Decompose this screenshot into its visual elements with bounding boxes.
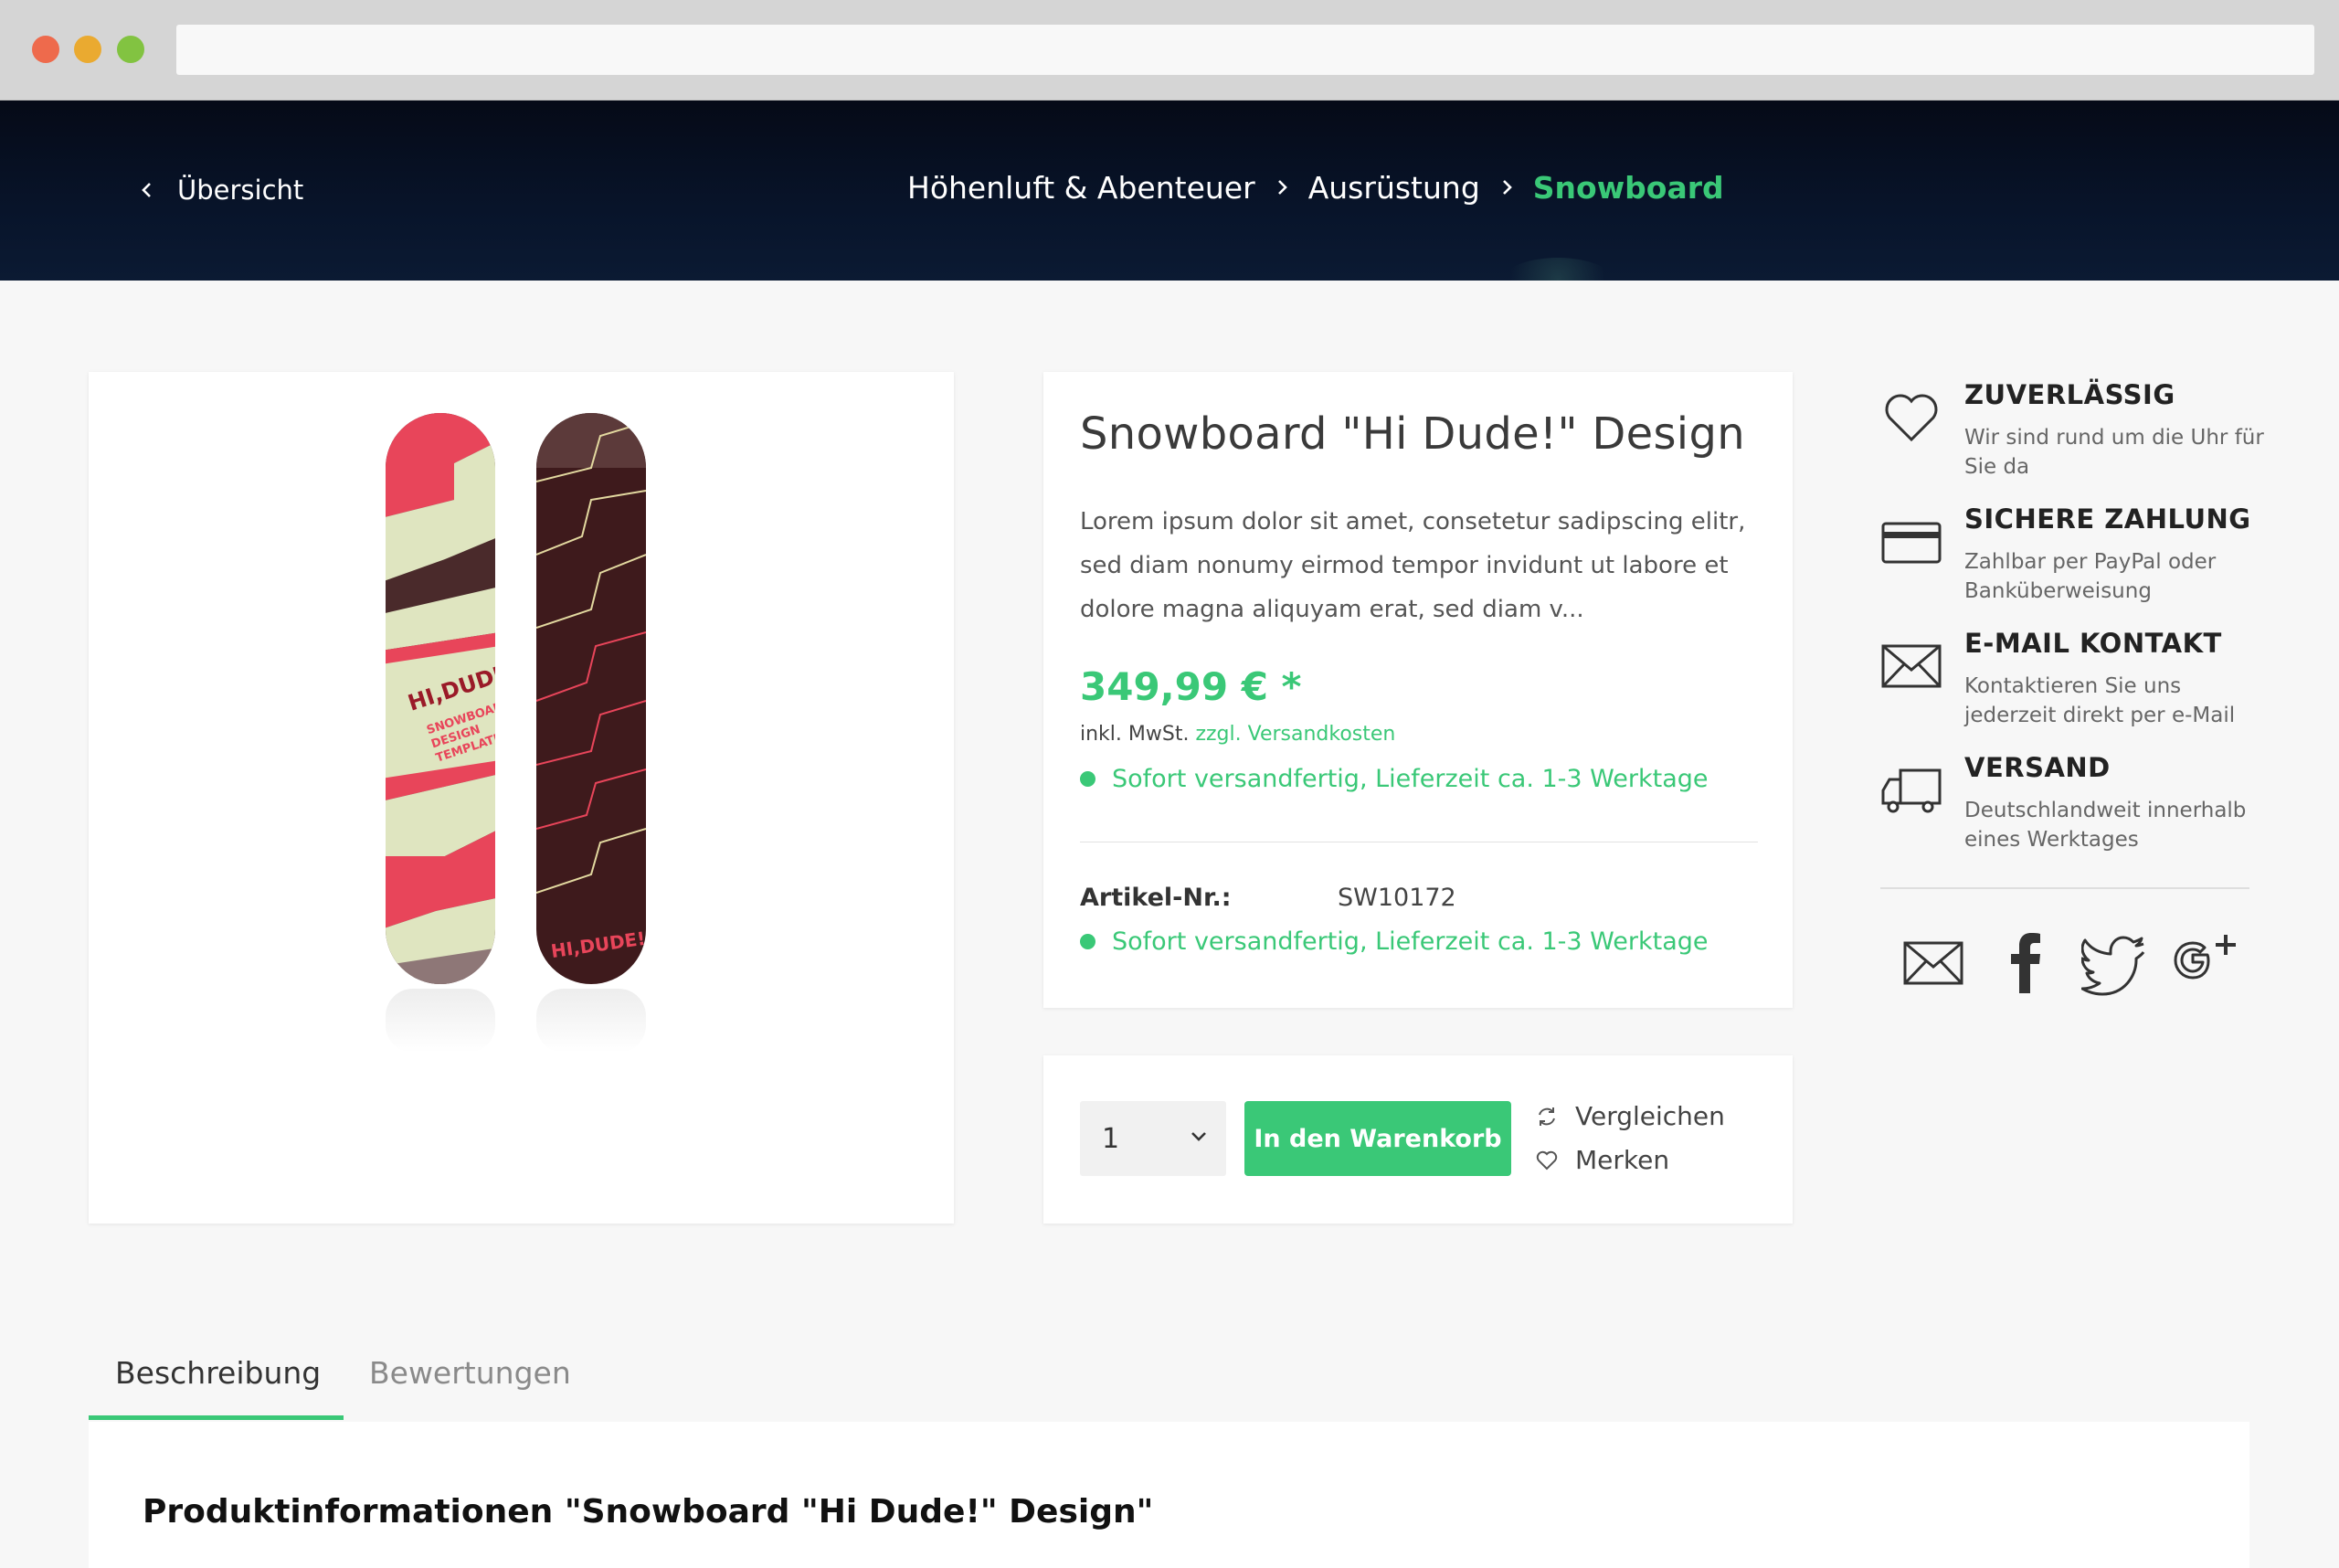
product-image[interactable]: HI,DUDE! SNOWBOARD DESIGN TEMPLATE HI,DU… bbox=[381, 399, 673, 1057]
quantity-select[interactable]: 1 bbox=[1080, 1101, 1226, 1176]
remember-label: Merken bbox=[1575, 1145, 1670, 1175]
delivery-status-text: Sofort versandfertig, Lieferzeit ca. 1-3… bbox=[1112, 765, 1709, 793]
back-to-overview-link[interactable]: Übersicht bbox=[137, 172, 303, 208]
product-info-heading: Produktinformationen "Snowboard "Hi Dude… bbox=[143, 1493, 1154, 1531]
active-tab-indicator bbox=[89, 1415, 344, 1420]
product-short-description: Lorem ipsum dolor sit amet, consetetur s… bbox=[1080, 508, 1746, 623]
chevron-down-icon bbox=[1191, 1132, 1206, 1141]
tab-description[interactable]: Beschreibung bbox=[115, 1355, 321, 1391]
divider bbox=[1880, 887, 2249, 889]
usp-text: Wir sind rund um die Uhr für Sie da bbox=[1964, 426, 2264, 479]
browser-window-chrome bbox=[0, 0, 2339, 101]
category-header: Übersicht Höhenluft & Abenteuer Ausrüstu… bbox=[0, 101, 2339, 281]
product-title: Snowboard "Hi Dude!" Design bbox=[1080, 408, 1745, 460]
usp-title: SICHERE ZAHLUNG bbox=[1964, 503, 2251, 535]
chevron-right-icon bbox=[1277, 180, 1287, 195]
tax-label: inkl. MwSt. bbox=[1080, 723, 1190, 746]
compare-label: Vergleichen bbox=[1575, 1101, 1725, 1131]
breadcrumb-current[interactable]: Snowboard bbox=[1533, 170, 1724, 206]
status-dot-icon bbox=[1080, 771, 1095, 787]
quantity-value: 1 bbox=[1102, 1122, 1120, 1155]
twitter-icon[interactable] bbox=[2081, 927, 2150, 996]
delivery-status: Sofort versandfertig, Lieferzeit ca. 1-3… bbox=[1080, 765, 1709, 793]
remember-link[interactable]: Merken bbox=[1535, 1145, 1669, 1175]
google-plus-icon[interactable] bbox=[2173, 927, 2241, 996]
mail-share-icon[interactable] bbox=[1900, 927, 1969, 996]
buy-box: 1 In den Warenkorb Vergleichen Merken bbox=[1043, 1055, 1793, 1224]
usp-title: ZUVERLÄSSIG bbox=[1964, 379, 2175, 410]
product-info-card: Snowboard "Hi Dude!" Design Lorem ipsum … bbox=[1043, 372, 1793, 1008]
tax-info: inkl. MwSt. zzgl. Versandkosten bbox=[1080, 723, 1395, 746]
usp-text: Kontaktieren Sie uns jederzeit direkt pe… bbox=[1964, 674, 2236, 727]
minimize-window-button[interactable] bbox=[74, 36, 101, 63]
chevron-left-icon bbox=[142, 183, 151, 197]
facebook-icon[interactable] bbox=[1992, 927, 2060, 996]
usp-title: E-MAIL KONTAKT bbox=[1964, 628, 2222, 659]
heart-icon bbox=[1885, 394, 1938, 442]
header-background-decoration bbox=[1498, 258, 1617, 281]
article-number-label: Artikel-Nr.: bbox=[1080, 884, 1232, 912]
back-link-label: Übersicht bbox=[177, 175, 304, 206]
maximize-window-button[interactable] bbox=[117, 36, 144, 63]
usp-title: VERSAND bbox=[1964, 752, 2111, 783]
breadcrumb-item[interactable]: Höhenluft & Abenteuer bbox=[907, 170, 1255, 206]
delivery-status-text: Sofort versandfertig, Lieferzeit ca. 1-3… bbox=[1112, 927, 1709, 956]
credit-card-icon bbox=[1881, 522, 1942, 564]
breadcrumb-item[interactable]: Ausrüstung bbox=[1308, 170, 1480, 206]
product-image-card: HI,DUDE! SNOWBOARD DESIGN TEMPLATE HI,DU… bbox=[89, 372, 954, 1224]
heart-icon bbox=[1536, 1150, 1558, 1170]
tab-reviews[interactable]: Bewertungen bbox=[369, 1355, 571, 1391]
shipping-costs-link[interactable]: zzgl. Versandkosten bbox=[1195, 723, 1395, 746]
usp-text: Deutschlandweit innerhalb eines Werktage… bbox=[1964, 799, 2247, 852]
chevron-right-icon bbox=[1502, 180, 1512, 195]
address-bar[interactable] bbox=[176, 25, 2314, 75]
compare-link[interactable]: Vergleichen bbox=[1535, 1101, 1725, 1131]
article-number-value: SW10172 bbox=[1338, 884, 1456, 912]
product-price: 349,99 € * bbox=[1080, 664, 1302, 709]
tab-content-panel: Produktinformationen "Snowboard "Hi Dude… bbox=[89, 1422, 2249, 1568]
delivery-status: Sofort versandfertig, Lieferzeit ca. 1-3… bbox=[1080, 927, 1709, 956]
breadcrumb: Höhenluft & Abenteuer Ausrüstung Snowboa… bbox=[907, 164, 1724, 210]
refresh-icon bbox=[1539, 1107, 1555, 1126]
add-to-cart-button[interactable]: In den Warenkorb bbox=[1244, 1101, 1511, 1176]
truck-icon bbox=[1881, 768, 1942, 813]
close-window-button[interactable] bbox=[32, 36, 59, 63]
mail-icon bbox=[1881, 644, 1942, 688]
status-dot-icon bbox=[1080, 934, 1095, 949]
usp-text: Zahlbar per PayPal oder Banküberweisung bbox=[1964, 550, 2217, 603]
